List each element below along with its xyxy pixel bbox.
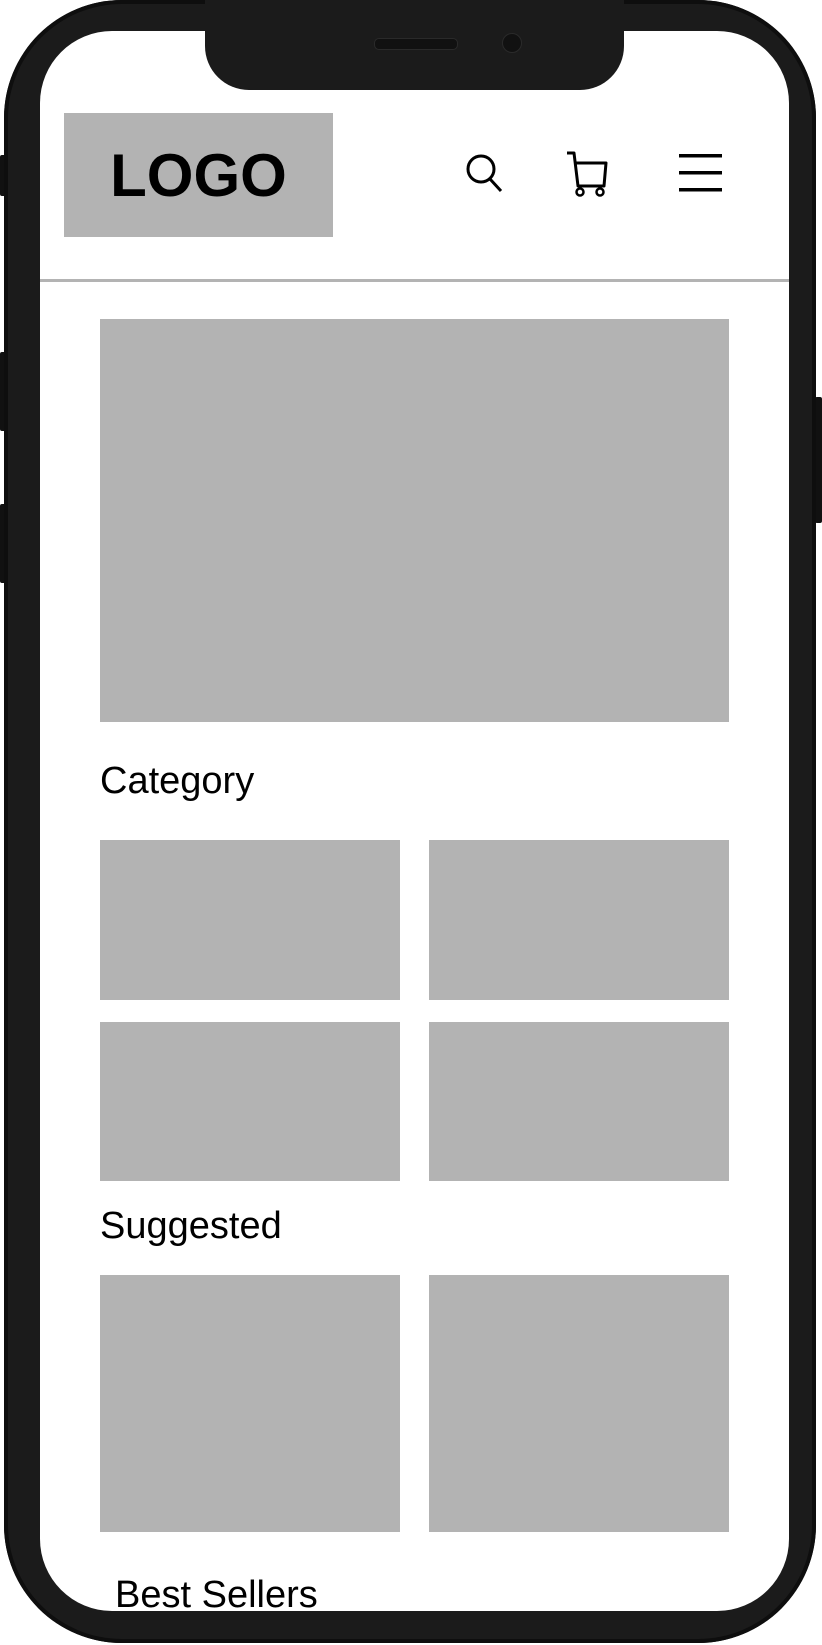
suggested-heading: Suggested [100,1205,282,1247]
search-icon[interactable] [460,148,510,198]
best-sellers-heading: Best Sellers [115,1574,318,1611]
category-tile[interactable] [429,1022,729,1181]
cart-icon[interactable] [562,148,612,198]
header-divider [40,279,789,282]
phone-speaker [374,38,458,50]
phone-frame: LOGO Category Suggested Best Sellers [4,0,816,1643]
suggested-product-tile[interactable] [100,1275,400,1532]
hero-banner[interactable] [100,319,729,722]
phone-power-button [815,397,822,523]
phone-screen: LOGO Category Suggested Best Sellers [40,31,789,1611]
suggested-product-tile[interactable] [429,1275,729,1532]
menu-icon[interactable] [675,148,725,198]
category-tile[interactable] [100,1022,400,1181]
phone-camera [502,33,522,53]
logo[interactable]: LOGO [64,113,333,237]
category-tile[interactable] [429,840,729,1000]
category-heading: Category [100,760,255,802]
logo-text: LOGO [110,141,287,209]
category-tile[interactable] [100,840,400,1000]
